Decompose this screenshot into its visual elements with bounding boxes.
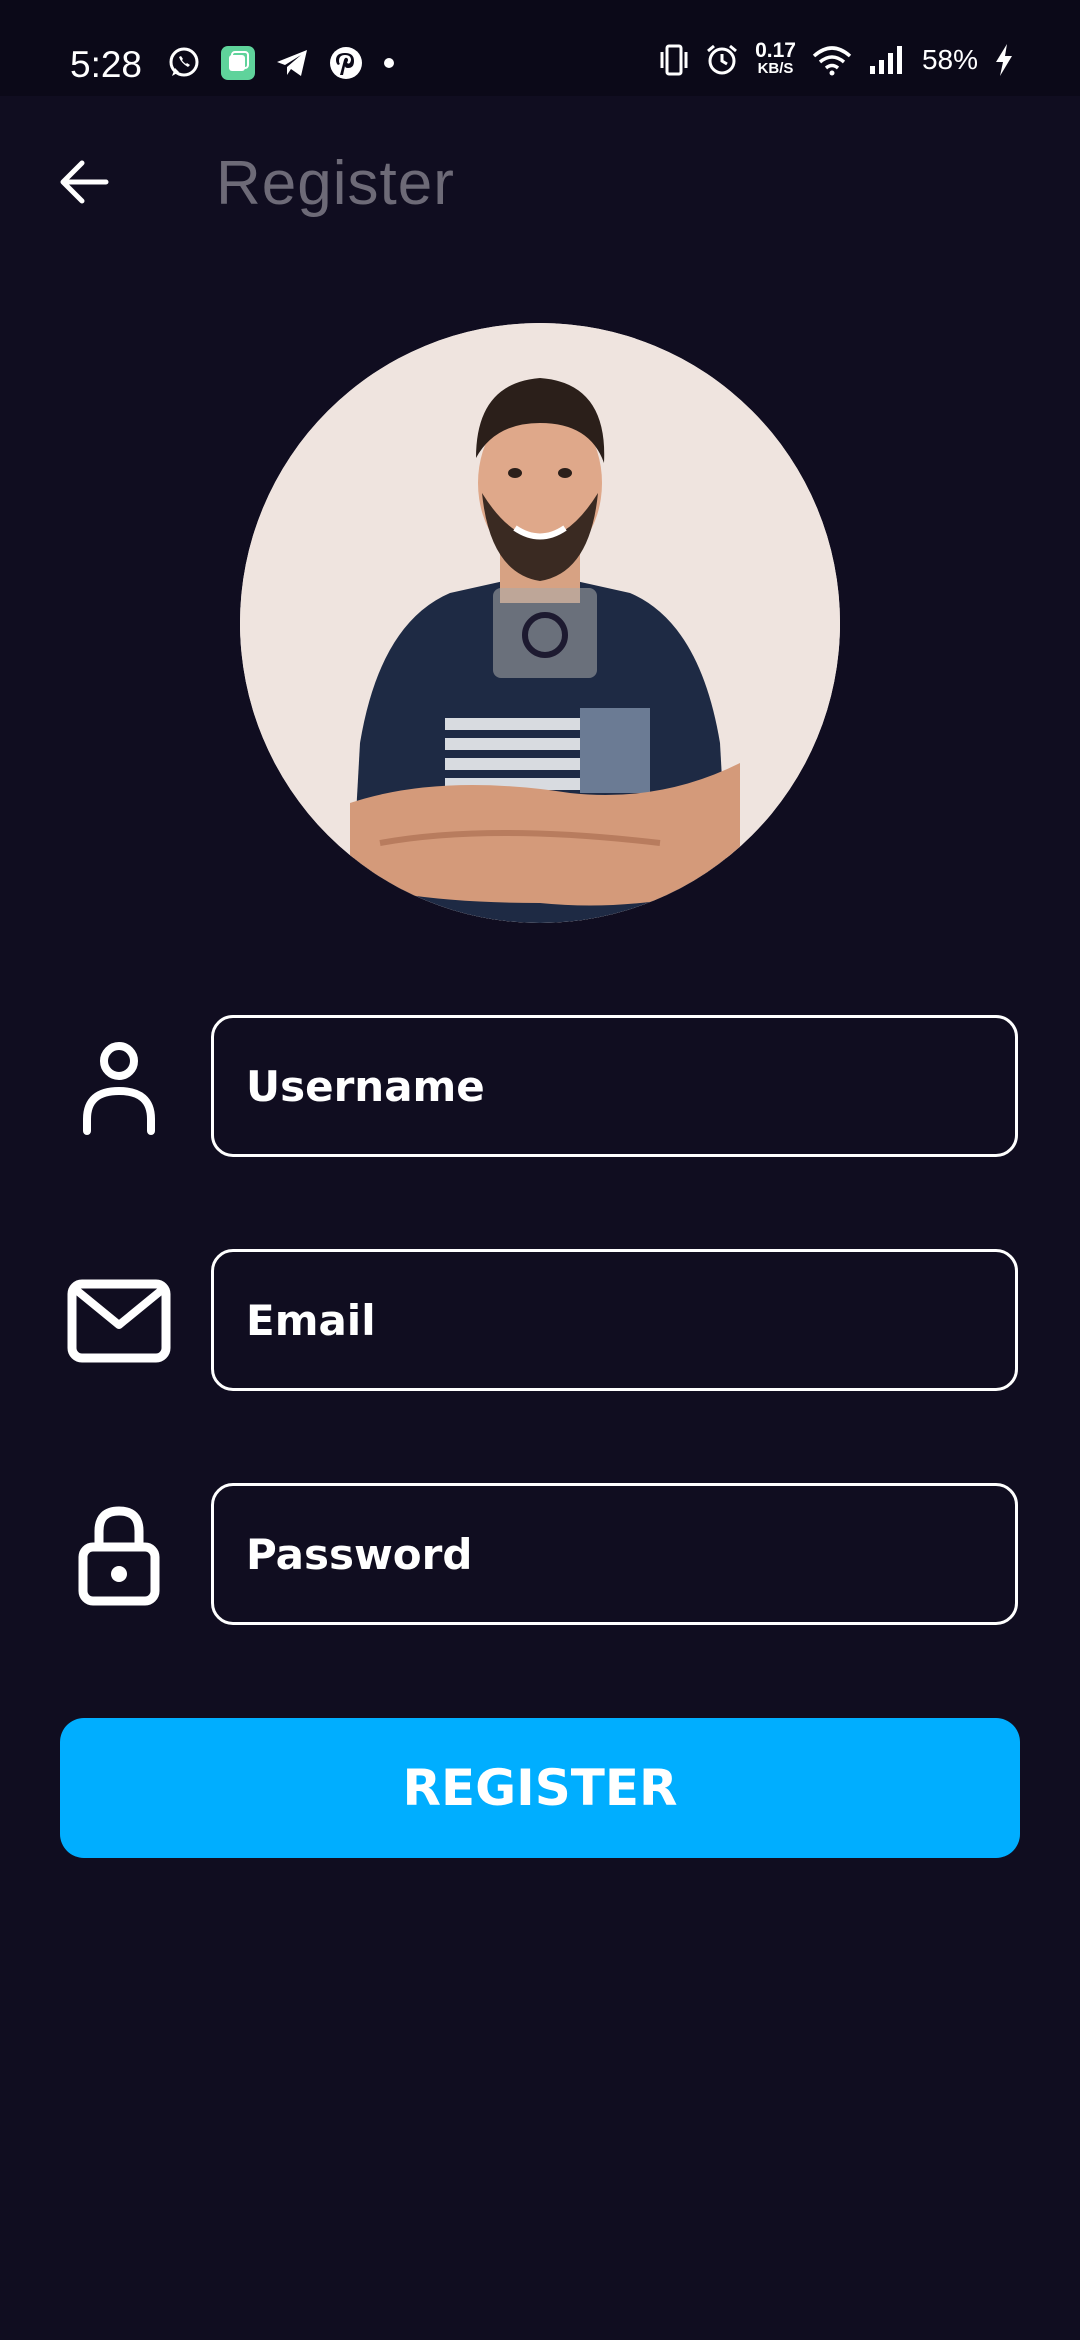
app-icon [221, 46, 255, 80]
back-button[interactable] [48, 146, 120, 218]
status-bar: 5:28 0.17 KB/S 58% [0, 0, 1080, 96]
notification-icons [166, 45, 396, 81]
email-field[interactable] [211, 1249, 1018, 1391]
status-time: 5:28 [70, 44, 143, 85]
page-title: Register [216, 149, 455, 218]
username-input[interactable] [244, 1017, 1015, 1155]
network-speed: 0.17 KB/S [755, 39, 796, 78]
alarm-icon [707, 44, 738, 75]
vibrate-icon [660, 44, 688, 76]
dot-icon [384, 58, 394, 68]
arrow-left-icon [60, 160, 109, 204]
charging-icon [996, 44, 1012, 76]
camera-icon [522, 612, 568, 658]
app-bar: Register [0, 96, 1080, 266]
wifi-icon [812, 46, 852, 76]
password-field[interactable] [211, 1483, 1018, 1625]
lock-icon [62, 1503, 176, 1607]
network-speed-unit: KB/S [757, 60, 794, 77]
signal-icon [869, 46, 902, 74]
whatsapp-icon [169, 47, 199, 77]
system-indicators: 0.17 KB/S 58% [659, 39, 1014, 78]
pinterest-icon [330, 47, 362, 79]
email-input[interactable] [244, 1251, 1015, 1389]
telegram-icon [277, 50, 307, 76]
register-button[interactable]: REGISTER [60, 1718, 1020, 1858]
email-row [0, 1249, 1080, 1391]
username-field[interactable] [211, 1015, 1018, 1157]
change-photo-button[interactable] [493, 588, 597, 678]
mail-icon [62, 1269, 176, 1373]
person-icon [62, 1035, 176, 1139]
battery-level: 58% [921, 44, 978, 75]
password-row [0, 1483, 1080, 1625]
password-input[interactable] [244, 1485, 1015, 1623]
network-speed-value: 0.17 [755, 39, 796, 62]
username-row [0, 1015, 1080, 1157]
